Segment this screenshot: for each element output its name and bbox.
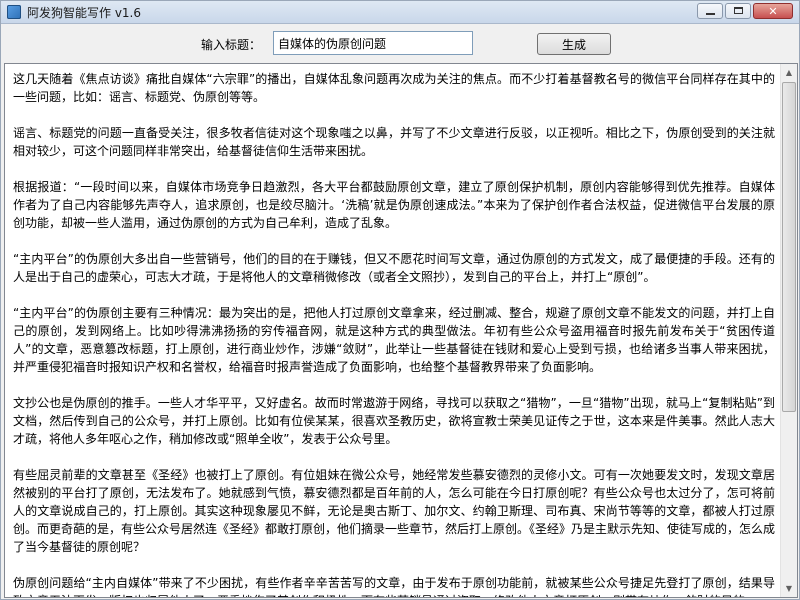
article-paragraph: 这几天随着《焦点访谈》痛批自媒体“六宗罪”的播出，自媒体乱象问题再次成为关注的焦… [13, 72, 775, 104]
title-bar[interactable]: 阿发狗智能写作 v1.6 ✕ [1, 1, 799, 24]
article-textarea[interactable]: 这几天随着《焦点访谈》痛批自媒体“六宗罪”的播出，自媒体乱象问题再次成为关注的焦… [4, 63, 798, 598]
minimize-icon [706, 13, 715, 15]
article-paragraph: “主内平台”的伪原创大多出自一些营销号，他们的目的在于赚钱，但又不愿花时间写文章… [13, 252, 775, 284]
close-icon: ✕ [768, 4, 778, 18]
article-paragraph: 谣言、标题党的问题一直备受关注，很多牧者信徒对这个现象嗤之以鼻，并写了不少文章进… [13, 126, 775, 158]
scroll-down-arrow-icon[interactable]: ▼ [781, 580, 797, 597]
minimize-button[interactable] [697, 3, 723, 19]
input-toolbar: 输入标题： 生成 [1, 23, 799, 63]
article-paragraph: “主内平台”的伪原创主要有三种情况：最为突出的是，把他人打过原创文章拿来，经过删… [13, 306, 775, 374]
scroll-up-arrow-icon[interactable]: ▲ [781, 64, 797, 81]
dog-app-icon [7, 5, 21, 19]
window-controls: ✕ [697, 3, 793, 19]
maximize-button[interactable] [725, 3, 751, 19]
vertical-scrollbar[interactable]: ▲ ▼ [780, 64, 797, 597]
article-paragraph: 根据报道：“一段时间以来，自媒体市场竞争日趋激烈，各大平台都鼓励原创文章，建立了… [13, 180, 775, 230]
article-paragraph: 伪原创问题给“主内自媒体”带来了不少困扰，有些作者辛辛苦苦写的文章，由于发布于原… [13, 576, 775, 597]
scrollbar-thumb[interactable] [782, 82, 796, 412]
close-button[interactable]: ✕ [753, 3, 793, 19]
maximize-icon [734, 7, 743, 14]
generate-button[interactable]: 生成 [537, 33, 611, 55]
article-paragraph: 有些屈灵前辈的文章甚至《圣经》也被打上了原创。有位姐妹在微公众号，她经常发些慕安… [13, 468, 776, 554]
window-title: 阿发狗智能写作 v1.6 [27, 6, 142, 20]
article-text[interactable]: 这几天随着《焦点访谈》痛批自媒体“六宗罪”的播出，自媒体乱象问题再次成为关注的焦… [5, 64, 781, 597]
title-input[interactable] [273, 31, 473, 55]
article-paragraph: 文抄公也是伪原创的推手。一些人才华平平，又好虚名。故而时常遨游于网络，寻找可以获… [13, 396, 775, 446]
app-window: 阿发狗智能写作 v1.6 ✕ 输入标题： 生成 这几天随着《焦点访谈》痛批自媒体… [0, 0, 800, 600]
title-input-label: 输入标题： [201, 38, 262, 52]
